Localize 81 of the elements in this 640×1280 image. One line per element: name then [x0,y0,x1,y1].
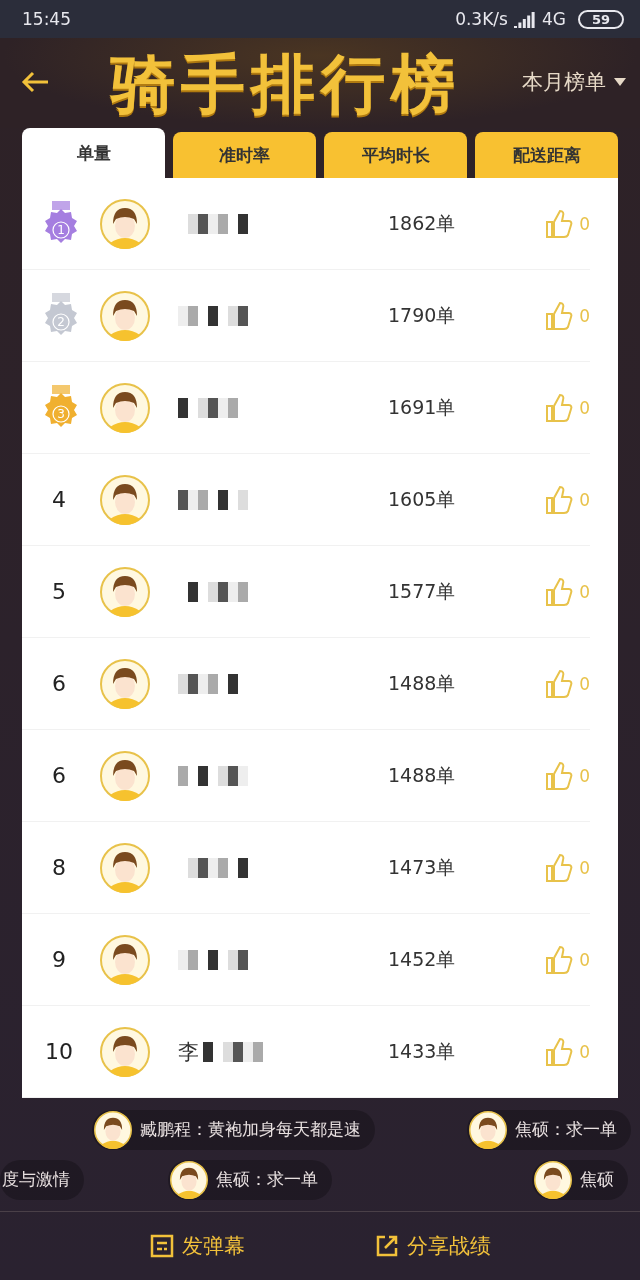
thumbs-up-icon[interactable] [545,668,574,699]
rider-avatar-icon [100,750,150,801]
thumbs-up-icon[interactable] [545,300,574,331]
like-count: 0 [579,581,590,602]
rider-avatar-icon [100,382,150,433]
clock: 15:45 [22,9,71,29]
rank-number: 10 [45,1039,73,1064]
rider-name: 李 [178,1038,199,1066]
pixelated-name [178,949,248,970]
order-count: 1452单 [387,946,456,972]
thumbs-up-icon[interactable] [545,852,574,883]
like-count: 0 [579,949,590,970]
rank-number: 4 [52,487,66,512]
rider-avatar-icon [100,290,150,341]
period-dropdown[interactable]: 本月榜单 [522,68,626,122]
rider-avatar-icon [94,1110,132,1149]
like-count: 0 [579,305,590,326]
ranking-tab[interactable]: 准时率 [173,132,316,178]
rider-avatar-icon [469,1110,507,1149]
rider-avatar-icon [100,658,150,709]
like-count: 0 [579,857,590,878]
rider-avatar-icon [100,474,150,525]
caret-icon [614,78,626,86]
rank-number: 2 [56,314,66,329]
like-count: 0 [579,489,590,510]
rank-number: 8 [52,855,66,880]
danmaku-text: 焦硕：求一单 [216,1168,318,1191]
rank-number: 5 [52,579,66,604]
like-count: 0 [579,397,590,418]
share-button[interactable]: 分享战绩 [375,1232,491,1260]
rider-avatar-icon [100,934,150,985]
order-count: 1790单 [387,302,456,328]
network-speed: 0.3K/s [455,9,508,29]
rider-avatar-icon [534,1160,572,1199]
back-arrow-icon [20,70,50,94]
order-count: 1605单 [387,486,456,512]
network-type: 4G [541,9,566,29]
like-count: 0 [579,673,590,694]
danmaku-text: 焦硕 [580,1168,614,1191]
thumbs-up-icon[interactable] [545,760,574,791]
thumbs-up-icon[interactable] [545,1036,574,1067]
signal-icon [513,10,536,28]
pixelated-name [178,765,248,786]
ranking-tab[interactable]: 单量 [22,128,165,178]
thumbs-up-icon[interactable] [545,484,574,515]
send-danmaku-button[interactable]: 发弹幕 [150,1232,245,1260]
battery-icon: 59 [577,9,624,29]
rank-number: 3 [56,406,66,421]
rank-number: 6 [52,671,66,696]
like-count: 0 [579,213,590,234]
rider-avatar-icon [100,842,150,893]
ranking-tab[interactable]: 配送距离 [475,132,618,178]
rank-number: 9 [52,947,66,972]
like-count: 0 [579,1041,590,1062]
pixelated-name [178,489,248,510]
message-box-icon [150,1234,174,1258]
order-count: 1488单 [387,670,456,696]
order-count: 1577单 [387,578,456,604]
thumbs-up-icon[interactable] [545,208,574,239]
thumbs-up-icon[interactable] [545,944,574,975]
danmaku-text: 焦硕：求一单 [515,1118,617,1141]
rider-avatar-icon [100,566,150,617]
order-count: 1691单 [387,394,456,420]
rider-avatar-icon [100,198,150,249]
thumbs-up-icon[interactable] [545,392,574,423]
rank-number: 1 [56,222,66,237]
like-count: 0 [579,765,590,786]
danmaku-text: 臧鹏程：黄袍加身每天都是速 [140,1118,361,1141]
page-title: 骑手排行榜 [108,46,462,122]
ranking-tab[interactable]: 平均时长 [324,132,467,178]
rider-avatar-icon [170,1160,208,1199]
pixelated-name [178,305,248,326]
thumbs-up-icon[interactable] [545,576,574,607]
order-count: 1433单 [387,1038,456,1064]
order-count: 1473单 [387,854,456,880]
danmaku-text: 度与激情 [2,1168,70,1191]
order-count: 1862单 [387,210,456,236]
share-icon [375,1234,399,1258]
rider-avatar-icon [100,1026,150,1077]
order-count: 1488单 [387,762,456,788]
rank-number: 6 [52,763,66,788]
